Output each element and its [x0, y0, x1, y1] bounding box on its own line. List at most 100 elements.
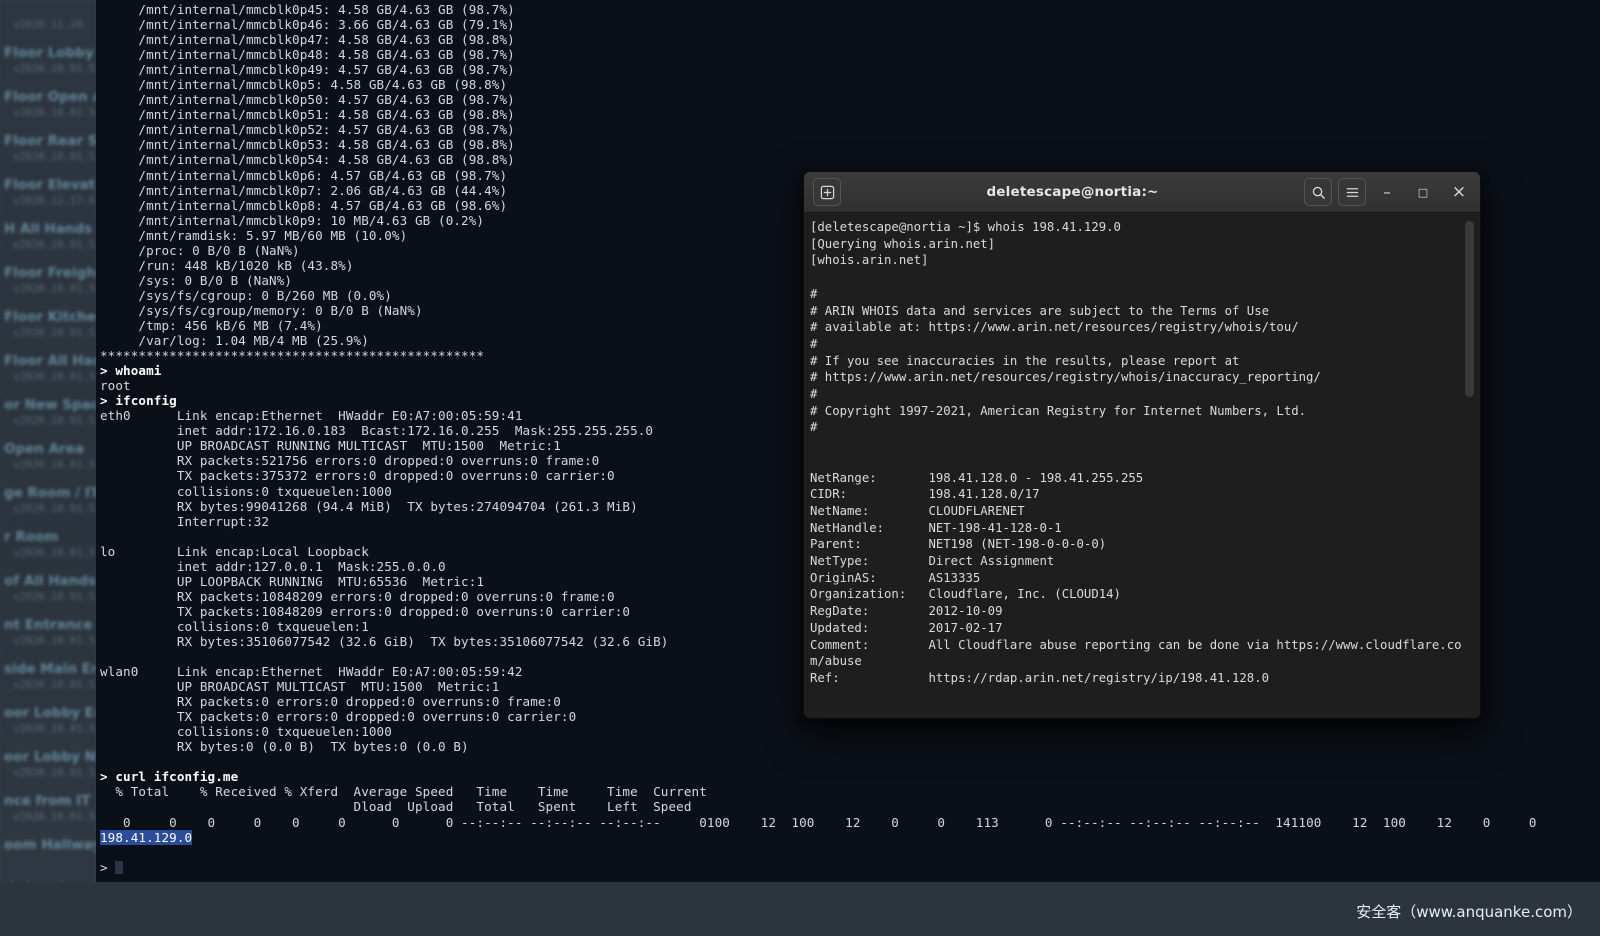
whois-line: [810, 436, 1458, 453]
background-item-title: of All Hands: [4, 572, 92, 590]
whois-line: m/abuse: [810, 653, 1458, 670]
search-icon[interactable]: [1304, 178, 1332, 206]
background-item-version: v2020.10.01.53: [4, 722, 92, 737]
background-item-version: v2020.10.01.53: [4, 590, 92, 605]
minimize-icon[interactable]: –: [1372, 178, 1402, 206]
background-item-title: Floor Elevator L: [4, 176, 92, 194]
whois-line: [810, 269, 1458, 286]
background-item-version: v2020.10.01.53: [4, 326, 92, 341]
whois-line: Comment: All Cloudflare abuse reporting …: [810, 637, 1458, 654]
terminal-line: RX bytes:0 (0.0 B) TX bytes:0 (0.0 B): [100, 739, 1600, 754]
background-item-version: v2020.10.01.53: [4, 106, 92, 121]
background-sidebar-item: Floor Lobby Entrv2020.10.01.53: [0, 44, 96, 77]
background-item-version: v2020.10.01.53: [4, 282, 92, 297]
terminal-line: Dload Upload Total Spent Left Speed: [100, 799, 1600, 814]
whois-line: CIDR: 198.41.128.0/17: [810, 486, 1458, 503]
whois-line: NetHandle: NET-198-41-128-0-1: [810, 520, 1458, 537]
background-item-title: nt Entrance: [4, 616, 92, 634]
whois-line: OriginAS: AS13335: [810, 570, 1458, 587]
terminal-cursor: [115, 861, 123, 874]
window-scrollbar-thumb[interactable]: [1465, 221, 1474, 397]
window-titlebar[interactable]: deletescape@nortia:~ – □ ×: [804, 172, 1480, 213]
background-sidebar-item: Floor Open Areav2020.10.01.53: [0, 88, 96, 121]
whois-line: NetName: CLOUDFLARENET: [810, 503, 1458, 520]
terminal-line: /mnt/internal/mmcblk0p45: 4.58 GB/4.63 G…: [100, 2, 1600, 17]
close-icon[interactable]: ×: [1444, 178, 1474, 206]
background-sidebar-item: oom Hallway: [0, 836, 96, 869]
whois-line: [810, 453, 1458, 470]
background-item-title: r Room: [4, 528, 92, 546]
terminal-line: 198.41.129.0: [100, 830, 1600, 845]
background-item-title: Floor Rear Stair: [4, 132, 92, 150]
terminal-line: /mnt/internal/mmcblk0p47: 4.58 GB/4.63 G…: [100, 32, 1600, 47]
whois-line: #: [810, 386, 1458, 403]
whois-line: Ref: https://rdap.arin.net/registry/ip/1…: [810, 670, 1458, 687]
hamburger-menu-icon[interactable]: [1338, 178, 1366, 206]
background-item-version: v2020.10.01.53: [4, 370, 92, 385]
window-scrollbar[interactable]: [1468, 217, 1477, 716]
whois-line: RegDate: 2012-10-09: [810, 603, 1458, 620]
background-sidebar-item: Floor Rear Stairv2020.10.01.53: [0, 132, 96, 165]
terminal-line: /mnt/internal/mmcblk0p53: 4.58 GB/4.63 G…: [100, 137, 1600, 152]
whois-line: # ARIN WHOIS data and services are subje…: [810, 303, 1458, 320]
watermark-text: 安全客（www.anquanke.com）: [1356, 901, 1582, 922]
whois-line: #: [810, 419, 1458, 436]
whois-line: #: [810, 286, 1458, 303]
background-item-title: side Main Entra: [4, 660, 92, 678]
background-item-version: [4, 854, 92, 869]
terminal-line: /mnt/internal/mmcblk0p46: 3.66 GB/4.63 G…: [100, 17, 1600, 32]
terminal-line: % Total % Received % Xferd Average Speed…: [100, 784, 1600, 799]
terminal-line: /mnt/internal/mmcblk0p50: 4.57 GB/4.63 G…: [100, 92, 1600, 107]
terminal-line: /mnt/internal/mmcblk0p49: 4.57 GB/4.63 G…: [100, 62, 1600, 77]
window-title: deletescape@nortia:~: [841, 184, 1304, 200]
whois-line: # available at: https://www.arin.net/res…: [810, 319, 1458, 336]
background-sidebar: v2020.11.20.Floor Lobby Entrv2020.10.01.…: [0, 0, 96, 936]
whois-line: #: [810, 336, 1458, 353]
background-item-version: v2020.12.17.642: [4, 194, 92, 209]
terminal-line: >: [100, 860, 1600, 875]
background-item-version: v2020.10.01.53: [4, 678, 92, 693]
terminal-line: /mnt/internal/mmcblk0p52: 4.57 GB/4.63 G…: [100, 122, 1600, 137]
background-sidebar-item: r Roomv2020.10.01.53: [0, 528, 96, 561]
terminal-window[interactable]: deletescape@nortia:~ – □ ×: [803, 171, 1481, 719]
background-sidebar-item: Floor Kitchenv2020.10.01.53: [0, 308, 96, 341]
background-item-title: oor Lobby Entra: [4, 704, 92, 722]
background-item-title: nce from IT Hal: [4, 792, 92, 810]
whois-line: [deletescape@nortia ~]$ whois 198.41.129…: [810, 219, 1458, 236]
new-tab-icon[interactable]: [813, 178, 841, 206]
background-item-title: or New Space: [4, 396, 92, 414]
background-item-version: v2020.10.01.53: [4, 546, 92, 561]
background-item-version: v2020.10.01.53: [4, 238, 92, 253]
background-sidebar-item: Floor Freight Elv2020.10.01.53: [0, 264, 96, 297]
background-item-title: Floor All Hands: [4, 352, 92, 370]
terminal-line: /mnt/internal/mmcblk0p48: 4.58 GB/4.63 G…: [100, 47, 1600, 62]
window-titlebar-actions: – □ ×: [1304, 178, 1474, 206]
whois-line: # https://www.arin.net/resources/registr…: [810, 369, 1458, 386]
background-item-version: v2020.10.01.53: [4, 62, 92, 77]
terminal-line: collisions:0 txqueuelen:1000: [100, 724, 1600, 739]
background-item-title: Floor Kitchen: [4, 308, 92, 326]
whois-line: Parent: NET198 (NET-198-0-0-0-0): [810, 536, 1458, 553]
window-terminal-body[interactable]: [deletescape@nortia ~]$ whois 198.41.129…: [804, 213, 1480, 719]
background-item-version: v2020.10.01.53: [4, 634, 92, 649]
background-item-title: Floor Freight El: [4, 264, 92, 282]
background-sidebar-item: of All Handsv2020.10.01.53: [0, 572, 96, 605]
background-item-version: v2020.10.01.53: [4, 150, 92, 165]
maximize-icon[interactable]: □: [1408, 178, 1438, 206]
whois-line: Updated: 2017-02-17: [810, 620, 1458, 637]
background-sidebar-item: nce from IT Halv2020.10.01.53: [0, 792, 96, 825]
background-sidebar-item: ge Room / IT Rov2020.10.01.53: [0, 484, 96, 517]
background-sidebar-item: v2020.11.20.: [0, 0, 96, 33]
background-item-version: v2020.10.01.53: [4, 458, 92, 473]
background-item-title: oor Lobby New: [4, 748, 92, 766]
terminal-line: 0 0 0 0 0 0 0 0 --:--:-- --:--:-- --:--:…: [100, 815, 1600, 830]
background-item-title: Floor Lobby Entr: [4, 44, 92, 62]
terminal-line: /mnt/internal/mmcblk0p51: 4.58 GB/4.63 G…: [100, 107, 1600, 122]
terminal-line: /mnt/internal/mmcblk0p54: 4.58 GB/4.63 G…: [100, 152, 1600, 167]
watermark-bar: 安全客（www.anquanke.com）: [0, 882, 1600, 936]
terminal-line: [100, 754, 1600, 769]
background-sidebar-item: H All Handsv2020.10.01.53: [0, 220, 96, 253]
background-sidebar-item: Floor Elevator Lv2020.12.17.642: [0, 176, 96, 209]
background-item-title: [4, 0, 92, 18]
background-item-version: v2020.10.01.53: [4, 414, 92, 429]
